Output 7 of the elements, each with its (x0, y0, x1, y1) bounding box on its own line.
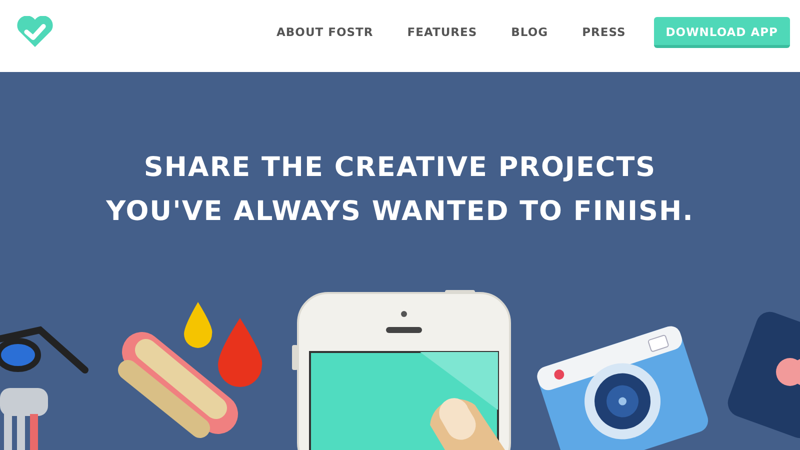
nav-link[interactable]: ABOUT FOSTR (276, 25, 374, 39)
nav-link[interactable]: BLOG (511, 25, 548, 39)
nav-link[interactable]: PRESS (582, 25, 626, 39)
nav-link[interactable]: FEATURES (407, 25, 478, 39)
comb-drawing (0, 388, 48, 450)
hero-headline: SHARE THE CREATIVE PROJECTS YOU'VE ALWAYS WANTED TO FINISH. (106, 151, 694, 229)
heart-check-logo-icon[interactable] (16, 16, 54, 48)
